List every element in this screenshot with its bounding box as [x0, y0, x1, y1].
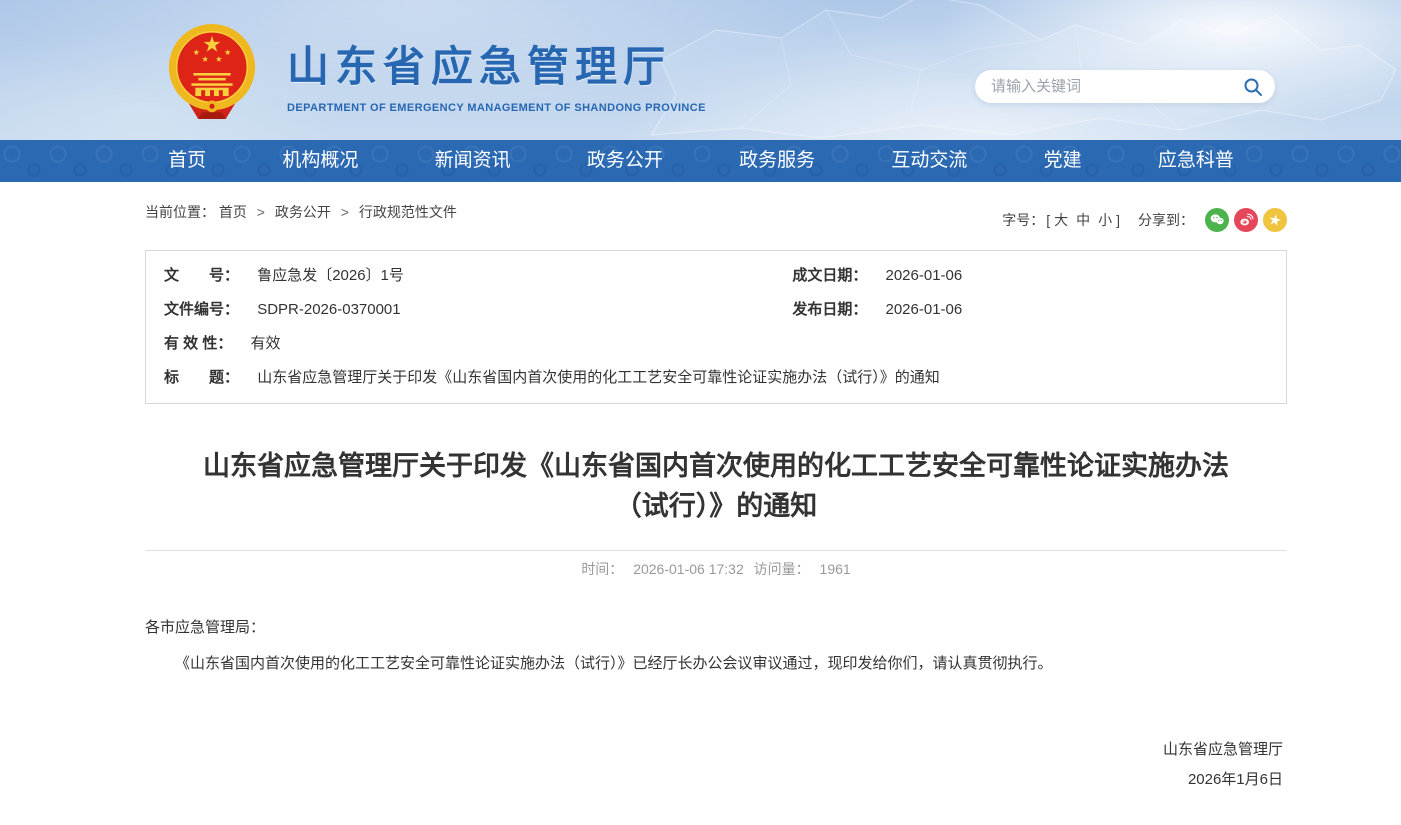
national-emblem-icon: [163, 22, 261, 124]
nav-item-home[interactable]: 首页: [168, 140, 206, 182]
brand-text: 山东省应急管理厅 DEPARTMENT OF EMERGENCY MANAGEM…: [287, 33, 706, 114]
validity-label: 有 效 性：: [164, 335, 232, 352]
nav-item-party-building[interactable]: 党建: [1044, 140, 1082, 182]
file-id-label: 文件编号：: [164, 301, 239, 318]
article-meta: 时间： 2026-01-06 17:32 访问量： 1961: [145, 559, 1287, 579]
page-tools: 字号： [ 大 中 小 ] 分享到：: [1002, 198, 1287, 232]
font-size-label: 字号：: [1002, 210, 1044, 230]
share-wechat-button[interactable]: [1205, 208, 1229, 232]
nav-item-gov-services[interactable]: 政务服务: [739, 140, 815, 182]
nav-item-interaction[interactable]: 互动交流: [891, 140, 967, 182]
weibo-icon: [1238, 212, 1254, 228]
meta-visits-value: 1961: [820, 561, 851, 577]
share-qzone-button[interactable]: [1263, 208, 1287, 232]
doc-info-cell: 文 号： 鲁应急发〔2026〕1号: [164, 259, 792, 293]
site-subtitle: DEPARTMENT OF EMERGENCY MANAGEMENT OF SH…: [287, 102, 706, 114]
publish-date-label: 发布日期：: [792, 301, 867, 318]
breadcrumb-separator: >: [257, 204, 265, 220]
font-size-small-button[interactable]: 小: [1098, 210, 1112, 230]
search-icon: [1243, 77, 1263, 97]
article-title-line2: （试行）》的通知: [145, 486, 1287, 526]
doc-info-row: 文 号： 鲁应急发〔2026〕1号 成文日期： 2026-01-06: [164, 259, 1286, 293]
breadcrumb: 当前位置： 首页 > 政务公开 > 行政规范性文件: [145, 198, 457, 222]
breadcrumb-home[interactable]: 首页: [219, 204, 247, 220]
nav-item-news[interactable]: 新闻资讯: [435, 140, 511, 182]
doc-info-cell: 有 效 性： 有效: [164, 327, 1286, 361]
nav-item-emergency-science[interactable]: 应急科普: [1158, 140, 1234, 182]
doc-number-value: 鲁应急发〔2026〕1号: [257, 267, 404, 284]
nav-inner: 首页 机构概况 新闻资讯 政务公开 政务服务 互动交流 党建 应急科普: [130, 140, 1272, 182]
site-title: 山东省应急管理厅: [287, 33, 706, 94]
doc-info-row: 文件编号： SDPR-2026-0370001 发布日期： 2026-01-06: [164, 293, 1286, 327]
doc-info-cell: 文件编号： SDPR-2026-0370001: [164, 293, 792, 327]
share-label: 分享到：: [1138, 210, 1194, 230]
main-nav: 首页 机构概况 新闻资讯 政务公开 政务服务 互动交流 党建 应急科普: [0, 140, 1401, 182]
share-weibo-button[interactable]: [1234, 208, 1258, 232]
breadcrumb-separator: >: [341, 204, 349, 220]
written-date-label: 成文日期：: [792, 267, 867, 284]
doc-title-label: 标 题：: [164, 369, 239, 386]
meta-time-label: 时间：: [581, 561, 623, 577]
breadcrumb-gov-info[interactable]: 政务公开: [275, 204, 331, 220]
wechat-icon: [1209, 212, 1225, 228]
meta-divider: [145, 550, 1287, 551]
breadcrumb-prefix: 当前位置：: [145, 204, 215, 220]
article-body: 各市应急管理局： 《山东省国内首次使用的化工工艺安全可靠性论证实施办法（试行）》…: [145, 615, 1287, 795]
site-header: 山东省应急管理厅 DEPARTMENT OF EMERGENCY MANAGEM…: [0, 0, 1401, 140]
doc-title-value: 山东省应急管理厅关于印发《山东省国内首次使用的化工工艺安全可靠性论证实施办法（试…: [257, 369, 940, 386]
doc-info-cell: 发布日期： 2026-01-06: [792, 293, 1286, 327]
star-icon: [1267, 212, 1283, 228]
font-size-bracket-open: [: [1046, 212, 1050, 228]
validity-value: 有效: [251, 335, 281, 352]
doc-info-cell: 标 题： 山东省应急管理厅关于印发《山东省国内首次使用的化工工艺安全可靠性论证实…: [164, 361, 1286, 395]
font-size-bracket-close: ]: [1116, 212, 1120, 228]
article-paragraph: 《山东省国内首次使用的化工工艺安全可靠性论证实施办法（试行）》已经厅长办公会议审…: [145, 651, 1287, 677]
file-id-value: SDPR-2026-0370001: [257, 301, 400, 318]
doc-info-cell: 成文日期： 2026-01-06: [792, 259, 1286, 293]
article-title-line1: 山东省应急管理厅关于印发《山东省国内首次使用的化工工艺安全可靠性论证实施办法: [145, 446, 1287, 486]
doc-number-label: 文 号：: [164, 267, 239, 284]
font-size-medium-button[interactable]: 中: [1076, 210, 1090, 230]
breadcrumb-current[interactable]: 行政规范性文件: [359, 204, 457, 220]
meta-time-value: 2026-01-06 17:32: [633, 561, 744, 577]
search-input[interactable]: [991, 78, 1243, 95]
content: 当前位置： 首页 > 政务公开 > 行政规范性文件 字号： [ 大 中 小 ] …: [145, 198, 1287, 825]
crumb-row: 当前位置： 首页 > 政务公开 > 行政规范性文件 字号： [ 大 中 小 ] …: [145, 198, 1287, 232]
nav-item-about[interactable]: 机构概况: [282, 140, 358, 182]
meta-visits-label: 访问量：: [754, 561, 810, 577]
signature-date: 2026年1月6日: [145, 765, 1283, 795]
nav-item-gov-info[interactable]: 政务公开: [587, 140, 663, 182]
search-button[interactable]: [1243, 77, 1263, 97]
page: 山东省应急管理厅 DEPARTMENT OF EMERGENCY MANAGEM…: [0, 0, 1401, 825]
signature-name: 山东省应急管理厅: [145, 735, 1283, 765]
signature-block: 山东省应急管理厅 2026年1月6日: [145, 735, 1287, 795]
salutation: 各市应急管理局：: [145, 615, 1287, 641]
site-logo[interactable]: 山东省应急管理厅 DEPARTMENT OF EMERGENCY MANAGEM…: [163, 22, 706, 124]
doc-info-box: 文 号： 鲁应急发〔2026〕1号 成文日期： 2026-01-06 文件编号：…: [145, 250, 1287, 404]
doc-info-row: 有 效 性： 有效: [164, 327, 1286, 361]
publish-date-value: 2026-01-06: [886, 301, 963, 318]
doc-info-row: 标 题： 山东省应急管理厅关于印发《山东省国内首次使用的化工工艺安全可靠性论证实…: [164, 361, 1286, 395]
written-date-value: 2026-01-06: [886, 267, 963, 284]
font-size-large-button[interactable]: 大: [1054, 210, 1068, 230]
search-box: [975, 70, 1275, 103]
article-title: 山东省应急管理厅关于印发《山东省国内首次使用的化工工艺安全可靠性论证实施办法 （…: [145, 446, 1287, 526]
